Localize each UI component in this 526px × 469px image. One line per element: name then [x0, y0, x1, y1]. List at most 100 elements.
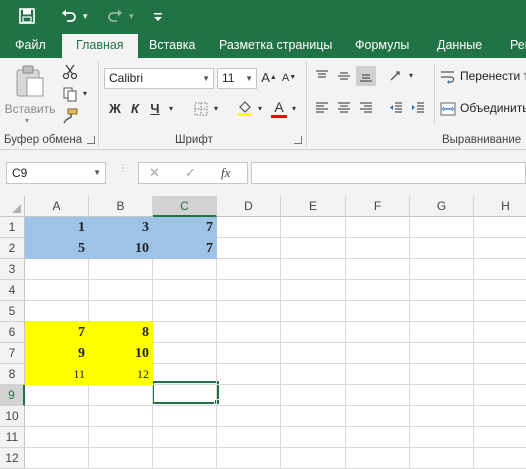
clipboard-launcher-icon[interactable]: [87, 136, 95, 144]
font-name-select[interactable]: Calibri ▼: [104, 68, 214, 89]
copy-icon[interactable]: [60, 84, 80, 104]
row-header-11[interactable]: 11: [0, 427, 25, 448]
cell-e1[interactable]: [281, 217, 346, 238]
cell-d12[interactable]: [217, 448, 281, 469]
cell-g2[interactable]: [410, 238, 474, 259]
cell-f10[interactable]: [346, 406, 410, 427]
cell-c4[interactable]: [153, 280, 217, 301]
cell-c10[interactable]: [153, 406, 217, 427]
cell-b7[interactable]: 10: [89, 343, 153, 364]
format-painter-icon[interactable]: [60, 106, 80, 126]
fill-color-dropdown-icon[interactable]: ▾: [255, 99, 265, 119]
cell-b3[interactable]: [89, 259, 153, 280]
cell-g8[interactable]: [410, 364, 474, 385]
cell-b8[interactable]: 12: [89, 364, 153, 385]
cell-b1[interactable]: 3: [89, 217, 153, 238]
cell-f4[interactable]: [346, 280, 410, 301]
cell-d9[interactable]: [217, 385, 281, 406]
cell-h2[interactable]: [474, 238, 526, 259]
underline-button[interactable]: Ч: [146, 99, 164, 119]
row-header-7[interactable]: 7: [0, 343, 25, 364]
row-header-4[interactable]: 4: [0, 280, 25, 301]
cell-a4[interactable]: [25, 280, 89, 301]
row-header-12[interactable]: 12: [0, 448, 25, 469]
redo-icon[interactable]: [104, 6, 126, 26]
align-middle-icon[interactable]: [334, 66, 354, 86]
undo-icon[interactable]: [58, 6, 80, 26]
cell-h3[interactable]: [474, 259, 526, 280]
cell-g3[interactable]: [410, 259, 474, 280]
font-color-dropdown-icon[interactable]: ▾: [289, 99, 299, 119]
cell-h9[interactable]: [474, 385, 526, 406]
column-header-a[interactable]: A: [25, 196, 89, 217]
cell-g7[interactable]: [410, 343, 474, 364]
underline-dropdown-icon[interactable]: ▾: [166, 99, 176, 119]
cell-a6[interactable]: 7: [25, 322, 89, 343]
cell-b11[interactable]: [89, 427, 153, 448]
cell-g6[interactable]: [410, 322, 474, 343]
cell-b12[interactable]: [89, 448, 153, 469]
orientation-icon[interactable]: [386, 66, 406, 86]
cell-e3[interactable]: [281, 259, 346, 280]
cell-h7[interactable]: [474, 343, 526, 364]
column-header-g[interactable]: G: [410, 196, 474, 217]
cell-d10[interactable]: [217, 406, 281, 427]
cell-c11[interactable]: [153, 427, 217, 448]
column-header-b[interactable]: B: [89, 196, 153, 217]
align-top-icon[interactable]: [312, 66, 332, 86]
font-launcher-icon[interactable]: [294, 136, 302, 144]
column-header-c[interactable]: C: [153, 196, 217, 217]
font-color-button[interactable]: A: [270, 99, 288, 119]
cell-e10[interactable]: [281, 406, 346, 427]
cell-f9[interactable]: [346, 385, 410, 406]
cell-b5[interactable]: [89, 301, 153, 322]
formula-bar-handle[interactable]: ⋮: [118, 164, 128, 179]
align-bottom-icon[interactable]: [356, 66, 376, 86]
column-header-d[interactable]: D: [217, 196, 281, 217]
tab-data[interactable]: Данные: [437, 32, 482, 58]
column-header-h[interactable]: H: [474, 196, 526, 217]
cell-h10[interactable]: [474, 406, 526, 427]
cell-e4[interactable]: [281, 280, 346, 301]
cell-c12[interactable]: [153, 448, 217, 469]
cell-e5[interactable]: [281, 301, 346, 322]
cell-a1[interactable]: 1: [25, 217, 89, 238]
cell-c9[interactable]: [153, 385, 217, 406]
undo-dropdown-icon[interactable]: ▾: [83, 6, 88, 26]
select-all-button[interactable]: [0, 196, 25, 217]
increase-font-size-icon[interactable]: A▲: [261, 68, 277, 88]
cell-f1[interactable]: [346, 217, 410, 238]
align-left-icon[interactable]: [312, 98, 332, 118]
increase-indent-icon[interactable]: [408, 98, 428, 118]
row-header-5[interactable]: 5: [0, 301, 25, 322]
tab-page-layout[interactable]: Разметка страницы: [219, 32, 332, 58]
cell-g12[interactable]: [410, 448, 474, 469]
cell-b2[interactable]: 10: [89, 238, 153, 259]
row-header-3[interactable]: 3: [0, 259, 25, 280]
cell-a3[interactable]: [25, 259, 89, 280]
cell-e9[interactable]: [281, 385, 346, 406]
cell-f7[interactable]: [346, 343, 410, 364]
orientation-dropdown-icon[interactable]: ▾: [406, 66, 416, 86]
cell-g5[interactable]: [410, 301, 474, 322]
row-header-9[interactable]: 9: [0, 385, 25, 406]
cell-e7[interactable]: [281, 343, 346, 364]
cell-f5[interactable]: [346, 301, 410, 322]
tab-insert[interactable]: Вставка: [149, 32, 195, 58]
column-header-f[interactable]: F: [346, 196, 410, 217]
cell-g1[interactable]: [410, 217, 474, 238]
cell-e12[interactable]: [281, 448, 346, 469]
cell-a10[interactable]: [25, 406, 89, 427]
cell-a5[interactable]: [25, 301, 89, 322]
tab-formulas[interactable]: Формулы: [355, 32, 409, 58]
cell-c1[interactable]: 7: [153, 217, 217, 238]
cell-h4[interactable]: [474, 280, 526, 301]
cell-c7[interactable]: [153, 343, 217, 364]
cancel-icon[interactable]: ✕: [149, 165, 160, 181]
cell-d5[interactable]: [217, 301, 281, 322]
cell-a7[interactable]: 9: [25, 343, 89, 364]
cell-c8[interactable]: [153, 364, 217, 385]
column-header-e[interactable]: E: [281, 196, 346, 217]
cell-a2[interactable]: 5: [25, 238, 89, 259]
cell-h5[interactable]: [474, 301, 526, 322]
